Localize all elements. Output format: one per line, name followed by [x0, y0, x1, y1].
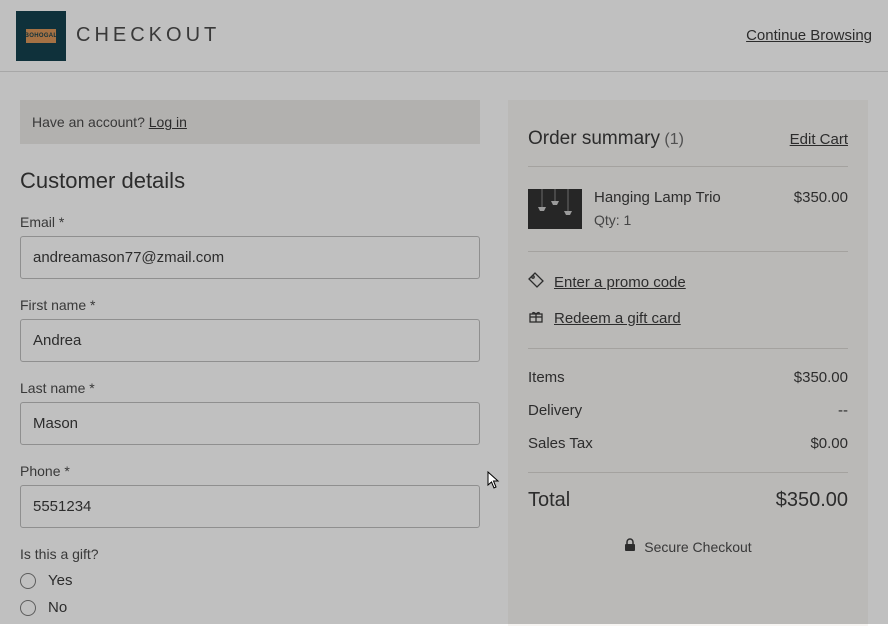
secure-label: Secure Checkout — [644, 539, 751, 555]
total-row: Total $350.00 — [528, 485, 848, 520]
header: BOHOGAL CHECKOUT Continue Browsing — [0, 0, 888, 72]
account-prompt: Have an account? Log in — [20, 100, 480, 144]
last-name-label: Last name * — [20, 380, 480, 396]
logo: BOHOGAL — [16, 11, 66, 61]
gift-card-row: Redeem a gift card — [528, 300, 848, 336]
first-name-field[interactable] — [20, 319, 480, 362]
item-qty: Qty: 1 — [594, 212, 782, 228]
email-field[interactable] — [20, 236, 480, 279]
item-name: Hanging Lamp Trio — [594, 189, 782, 206]
summary-title: Order summary — [528, 128, 660, 149]
customer-form: Have an account? Log in Customer details… — [20, 100, 480, 626]
gift-no-radio[interactable] — [20, 600, 36, 616]
promo-code-link[interactable]: Enter a promo code — [554, 274, 686, 291]
last-name-field[interactable] — [20, 402, 480, 445]
first-name-label: First name * — [20, 297, 480, 313]
order-summary: Order summary (1) Edit Cart Hanging Lam — [508, 100, 868, 626]
gift-yes-label: Yes — [48, 572, 72, 589]
gift-yes-radio[interactable] — [20, 573, 36, 589]
section-title: Customer details — [20, 168, 480, 194]
item-price: $350.00 — [794, 189, 848, 229]
tax-row: Sales Tax $0.00 — [528, 427, 848, 460]
items-row: Items $350.00 — [528, 361, 848, 394]
item-thumbnail — [528, 189, 582, 229]
items-label: Items — [528, 369, 565, 386]
total-label: Total — [528, 489, 570, 512]
tax-label: Sales Tax — [528, 435, 593, 452]
tag-icon — [528, 272, 544, 292]
secure-checkout: Secure Checkout — [528, 538, 848, 555]
delivery-row: Delivery -- — [528, 394, 848, 427]
delivery-label: Delivery — [528, 402, 582, 419]
continue-browsing-link[interactable]: Continue Browsing — [746, 27, 872, 44]
total-value: $350.00 — [776, 489, 848, 512]
edit-cart-link[interactable]: Edit Cart — [790, 131, 848, 148]
account-prompt-text: Have an account? — [32, 114, 149, 130]
tax-value: $0.00 — [810, 435, 848, 452]
gift-card-link[interactable]: Redeem a gift card — [554, 310, 681, 327]
summary-count: (1) — [664, 131, 684, 148]
brand: BOHOGAL CHECKOUT — [16, 11, 220, 61]
gift-no-row[interactable]: No — [20, 599, 480, 616]
gift-icon — [528, 308, 544, 328]
email-label: Email * — [20, 214, 480, 230]
gift-no-label: No — [48, 599, 67, 616]
page-title: CHECKOUT — [76, 24, 220, 47]
cart-item: Hanging Lamp Trio Qty: 1 $350.00 — [528, 179, 848, 239]
gift-question: Is this a gift? — [20, 546, 480, 562]
promo-row: Enter a promo code — [528, 264, 848, 300]
gift-yes-row[interactable]: Yes — [20, 572, 480, 589]
items-value: $350.00 — [794, 369, 848, 386]
lock-icon — [624, 538, 636, 555]
logo-text: BOHOGAL — [26, 29, 56, 43]
delivery-value: -- — [838, 402, 848, 419]
login-link[interactable]: Log in — [149, 114, 187, 130]
phone-label: Phone * — [20, 463, 480, 479]
phone-field[interactable] — [20, 485, 480, 528]
